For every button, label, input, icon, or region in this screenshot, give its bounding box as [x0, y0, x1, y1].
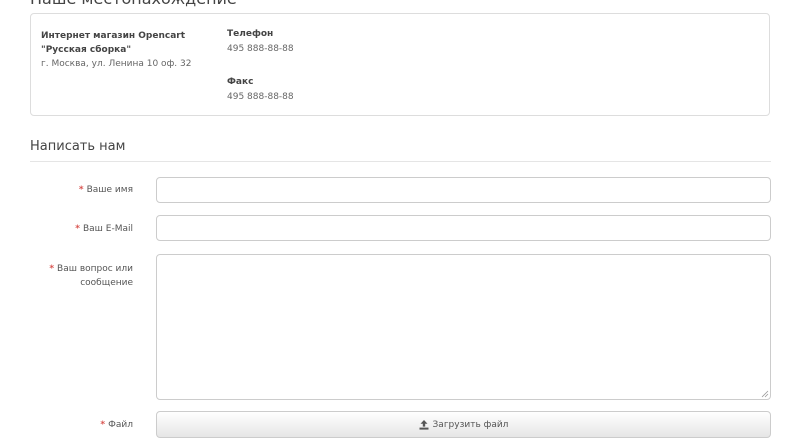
fax-value: 495 888-88-88 [227, 92, 294, 102]
resize-grip-icon[interactable] [761, 390, 769, 398]
contact-form-legend: Написать нам [30, 139, 771, 162]
upload-button-label: Загрузить файл [432, 419, 509, 430]
file-label-text: Файл [108, 420, 133, 430]
store-name-line2: "Русская сборка" [41, 45, 132, 55]
enquiry-label: * Ваш вопрос или сообщение [49, 262, 133, 290]
name-label: * Ваше имя [79, 183, 133, 197]
phone-value: 495 888-88-88 [227, 44, 294, 54]
email-label: * Ваш E-Mail [75, 222, 133, 236]
required-marker: * [75, 224, 80, 234]
upload-icon [419, 419, 429, 430]
store-name: Интернет магазин Opencart "Русская сборк… [41, 29, 185, 57]
fax-label: Факс [227, 77, 254, 87]
required-marker: * [49, 264, 55, 274]
location-panel: Интернет магазин Opencart "Русская сборк… [30, 13, 770, 116]
store-address: г. Москва, ул. Ленина 10 оф. 32 [41, 59, 192, 69]
upload-file-button[interactable]: Загрузить файл [156, 411, 771, 438]
email-label-text: Ваш E-Mail [82, 224, 133, 234]
file-label: * Файл [100, 418, 133, 432]
enquiry-textarea[interactable] [156, 254, 771, 400]
name-input[interactable] [156, 177, 771, 203]
required-marker: * [78, 185, 84, 195]
email-input[interactable] [156, 215, 771, 241]
location-heading: Наше местонахождение [30, 0, 237, 8]
enquiry-label-line2: сообщение [80, 278, 133, 288]
required-marker: * [100, 420, 106, 430]
enquiry-label-line1: Ваш вопрос или [57, 264, 133, 274]
store-name-line1: Интернет магазин Opencart [41, 31, 186, 41]
name-label-text: Ваше имя [86, 185, 133, 195]
phone-label: Телефон [227, 29, 274, 39]
